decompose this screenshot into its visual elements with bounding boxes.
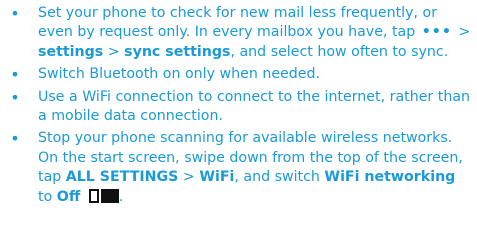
separator: > [182,169,195,186]
list-item: Stop your phone scanning for available w… [8,129,474,207]
more-dots-icon: ••• [421,24,452,41]
toggle-off-icon [88,188,119,203]
list-item: Set your phone to check for new mail les… [8,4,474,62]
item-text: Set your phone to check for new mail les… [38,5,438,41]
item-text: Use a WiFi connection to connect to the … [38,88,471,125]
bullet-icon [8,88,22,109]
item-text: , and switch [234,169,320,186]
list-item: Use a WiFi connection to connect to the … [8,88,474,127]
wifi-networking-label: WiFi networking [324,169,456,186]
item-text: Switch Bluetooth on only when needed. [38,66,321,83]
bullet-icon [8,65,22,86]
tips-list: Set your phone to check for new mail les… [8,4,474,210]
bullet-icon [8,4,22,25]
wifi-label: WiFi [199,169,235,186]
separator: > [107,43,120,60]
list-item: Switch Bluetooth on only when needed. [8,65,474,84]
settings-label: settings [38,43,104,60]
item-text: , and select how often to sync. [230,43,449,60]
item-text: to [38,188,53,205]
separator: > [458,24,471,41]
sync-settings-label: sync settings [124,43,231,60]
off-label: Off [56,188,81,205]
bullet-icon [8,129,22,150]
all-settings-label: ALL SETTINGS [65,169,179,186]
